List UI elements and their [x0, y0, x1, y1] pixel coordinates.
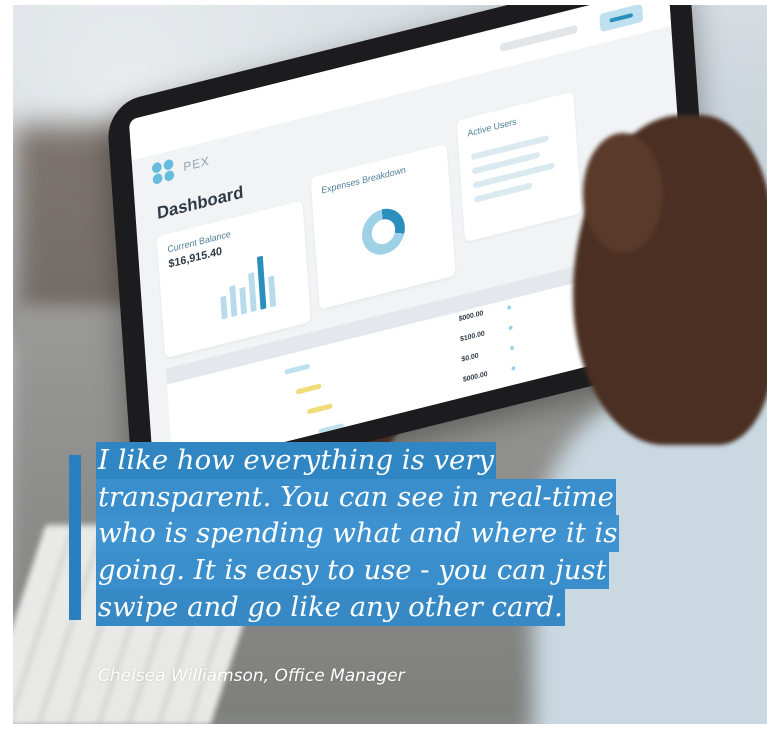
logo-icon: [151, 157, 179, 186]
expenses-donut-chart: [360, 204, 407, 260]
right-thumb: [583, 133, 663, 253]
quote-line: transparent. You can see in real-time: [96, 478, 616, 516]
table-row-amount: $000.00: [458, 309, 484, 324]
balance-bar-chart: [218, 245, 277, 320]
quote-line: going. It is easy to use - you can just: [96, 552, 609, 589]
testimonial-quote: I like how everything is very transparen…: [96, 442, 696, 626]
table-row-amount: $000.00: [462, 370, 488, 384]
balance-card: Current Balance $16,915.40: [156, 200, 311, 359]
logo-text: PEX: [183, 153, 211, 175]
active-users-label: Active Users: [467, 116, 517, 139]
topbar-button: [599, 5, 644, 33]
active-users-card: Active Users: [456, 91, 582, 243]
app-logo: PEX: [151, 149, 211, 186]
quote-line: swipe and go like any other card.: [96, 588, 565, 626]
quote-line: I like how everything is very: [96, 442, 496, 479]
expenses-card: Expenses Breakdown: [310, 143, 456, 310]
table-row-amount: $100.00: [459, 330, 485, 344]
topbar-search-pill: [499, 24, 578, 53]
table-row-amount: $000.00: [464, 390, 490, 405]
table-row-amount: $0.00: [461, 352, 479, 364]
app-topbar: [128, 5, 672, 161]
quote-line: who is spending what and where it is: [96, 515, 620, 553]
testimonial-author: Chelsea Williamson, Office Manager: [98, 666, 405, 686]
expenses-label: Expenses Breakdown: [321, 164, 407, 196]
quote-accent-bar: [69, 455, 81, 620]
